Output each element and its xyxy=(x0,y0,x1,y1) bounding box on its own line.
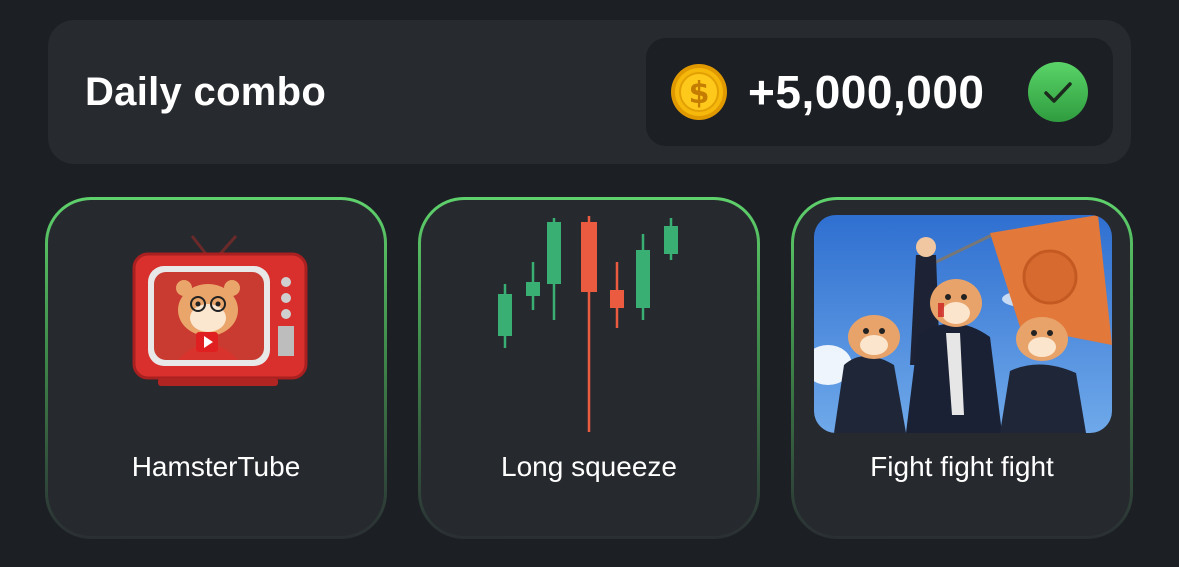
reward-pill: $ +5,000,000 xyxy=(646,38,1113,146)
reward-amount: +5,000,000 xyxy=(748,66,985,118)
daily-combo-bar: Daily combo $ +5,000,000 xyxy=(48,20,1131,164)
combo-card-long-squeeze[interactable]: Long squeeze xyxy=(418,197,760,539)
card-label: Fight fight fight xyxy=(870,451,1054,482)
candlestick-chart-image xyxy=(498,216,678,432)
svg-text:$: $ xyxy=(689,76,710,111)
daily-combo-title: Daily combo xyxy=(85,70,327,114)
hamster-tv-image xyxy=(132,235,308,386)
combo-card-fight-fight-fight[interactable]: Fight fight fight xyxy=(791,197,1133,539)
combo-card-hamstertube[interactable]: HamsterTube xyxy=(45,197,387,539)
dollar-coin-icon: $ xyxy=(671,64,727,120)
hamsters-in-suits-with-flag-image xyxy=(814,215,1112,433)
card-label: Long squeeze xyxy=(501,451,677,482)
checkmark-icon xyxy=(1028,62,1088,122)
card-label: HamsterTube xyxy=(131,451,301,482)
